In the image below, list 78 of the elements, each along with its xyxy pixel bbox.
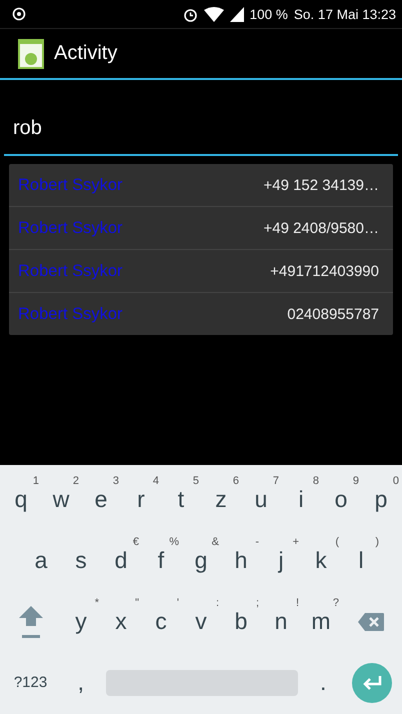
keyboard-key[interactable]: c ': [141, 591, 181, 652]
punctuation-key[interactable]: ,: [61, 652, 100, 713]
android-app-icon: [18, 38, 44, 68]
keyboard-key[interactable]: g &: [181, 530, 221, 591]
key-hint: +: [292, 536, 299, 548]
key-hint: 4: [152, 475, 159, 487]
enter-key[interactable]: [352, 662, 392, 702]
key-hint: &: [212, 536, 219, 548]
keyboard-key[interactable]: n !: [261, 591, 301, 652]
enter-icon: [361, 674, 384, 690]
key-hint: ": [135, 597, 139, 609]
contact-name: Robert Ssykor: [18, 304, 123, 324]
wifi-icon: [204, 6, 224, 22]
keyboard-key[interactable]: y *: [61, 591, 101, 652]
key-hint: ): [375, 536, 379, 548]
phone-number: +491712403990: [270, 262, 379, 280]
key-hint: ;: [256, 597, 259, 609]
suggestion-item[interactable]: Robert Ssykor +49 152 34139…: [9, 164, 393, 206]
phone-number: +49 2408/9580…: [263, 220, 379, 236]
key-hint: %: [169, 536, 179, 548]
key-hint: 0: [392, 475, 399, 487]
keyboard-key[interactable]: s: [61, 530, 101, 591]
contact-name: Robert Ssykor: [18, 218, 123, 238]
keyboard-key[interactable]: j +: [261, 530, 301, 591]
keyboard-key[interactable]: h -: [221, 530, 261, 591]
key-hint: 3: [112, 475, 119, 487]
shift-icon: [17, 604, 45, 640]
key-hint: -: [255, 536, 259, 548]
alarm-icon: [182, 6, 198, 22]
phone-number: +49 152 34139…: [263, 176, 379, 194]
keyboard-key[interactable]: m ?: [301, 591, 341, 652]
search-field[interactable]: rob: [4, 102, 398, 156]
signal-icon: [230, 6, 244, 22]
punctuation-key[interactable]: .: [304, 652, 343, 713]
phone-number: 02408955787: [287, 306, 379, 322]
keyboard-key[interactable]: p 0: [361, 469, 401, 530]
key-hint: 1: [32, 475, 39, 487]
keyboard-key[interactable]: t 5: [161, 469, 201, 530]
key-hint: :: [216, 597, 219, 609]
keyboard-key[interactable]: l ): [341, 530, 381, 591]
key-hint: 9: [352, 475, 359, 487]
symbols-key[interactable]: ?123: [0, 652, 62, 713]
date-time: So. 17 Mai 13:23: [294, 6, 396, 22]
keyboard-key[interactable]: w 2: [41, 469, 81, 530]
key-hint: *: [94, 597, 99, 609]
key-hint: 5: [192, 475, 199, 487]
keyboard-key[interactable]: u 7: [241, 469, 281, 530]
keyboard-key[interactable]: v :: [181, 591, 221, 652]
keyboard-key[interactable]: a: [21, 530, 61, 591]
key-hint: !: [296, 597, 299, 609]
key-hint: 8: [312, 475, 319, 487]
key-hint: (: [335, 536, 339, 548]
keyboard-key[interactable]: e 3: [81, 469, 121, 530]
suggestion-item[interactable]: Robert Ssykor 02408955787: [9, 292, 393, 335]
sync-icon: [12, 7, 26, 21]
key-hint: 7: [272, 475, 279, 487]
keyboard-key[interactable]: z 6: [201, 469, 241, 530]
keyboard-key[interactable]: b ;: [221, 591, 261, 652]
contact-name: Robert Ssykor: [18, 262, 123, 280]
key-hint: 6: [232, 475, 239, 487]
key-hint: ?: [332, 597, 339, 609]
key-hint: ': [176, 597, 179, 609]
key-hint: €: [132, 536, 139, 548]
keyboard-key[interactable]: o 9: [321, 469, 361, 530]
keyboard-key[interactable]: i 8: [281, 469, 321, 530]
activity-title: Activity: [54, 42, 118, 65]
keyboard-key[interactable]: q 1: [1, 469, 41, 530]
suggestion-item[interactable]: Robert Ssykor +491712403990: [9, 249, 393, 292]
keyboard-key[interactable]: x ": [101, 591, 141, 652]
key-hint: 2: [72, 475, 79, 487]
contact-name: Robert Ssykor: [18, 176, 123, 194]
keyboard-key[interactable]: r 4: [121, 469, 161, 530]
suggestion-item[interactable]: Robert Ssykor +49 2408/9580…: [9, 206, 393, 249]
keyboard-key[interactable]: d €: [101, 530, 141, 591]
backspace-icon: [357, 612, 385, 632]
keyboard-key[interactable]: k (: [301, 530, 341, 591]
battery-level: 100 %: [250, 6, 288, 22]
keyboard-key[interactable]: f %: [141, 530, 181, 591]
